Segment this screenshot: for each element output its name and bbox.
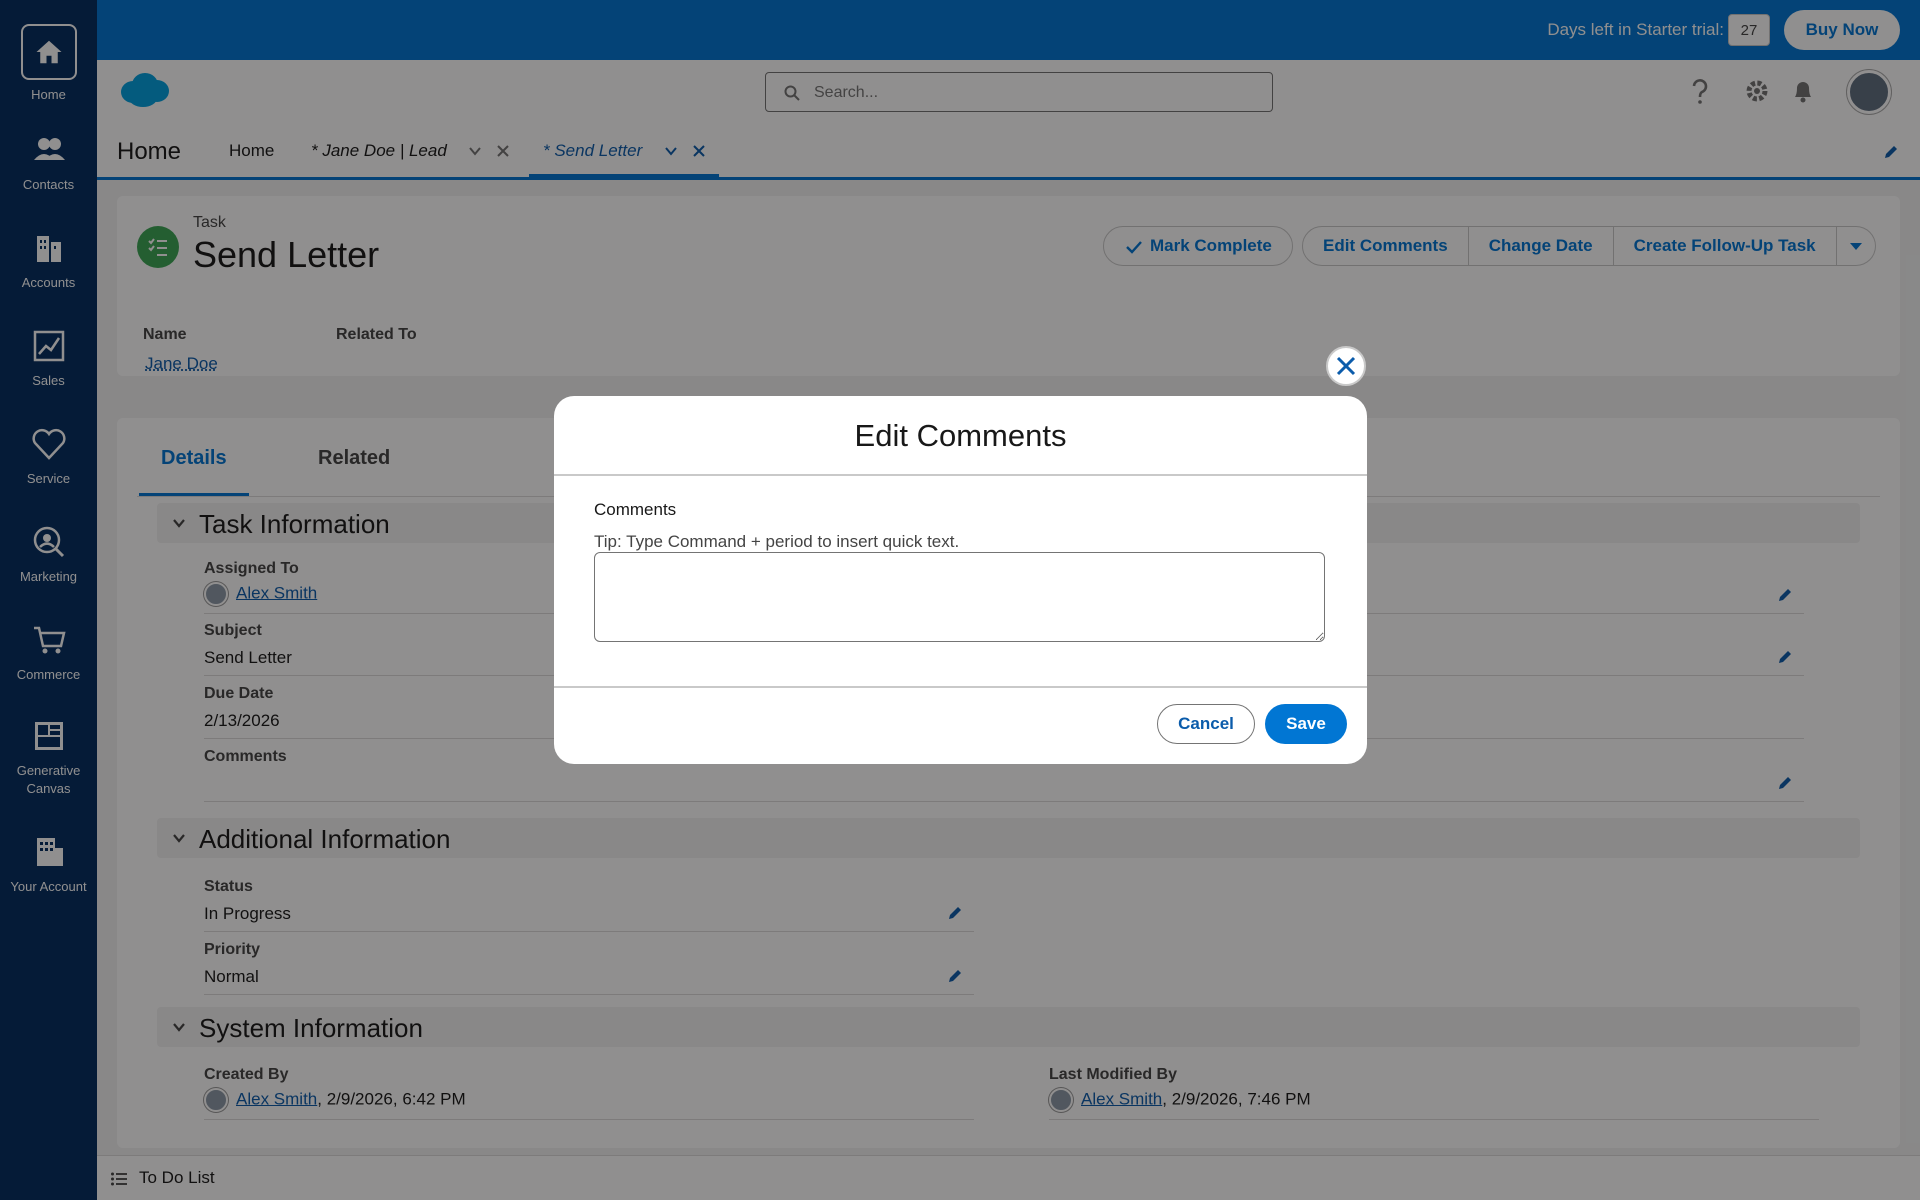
close-icon — [1336, 356, 1356, 376]
comments-textarea[interactable] — [594, 552, 1325, 642]
modal-body: Comments Tip: Type Command + period to i… — [554, 476, 1367, 688]
modal-close-button[interactable] — [1326, 346, 1366, 386]
cancel-button[interactable]: Cancel — [1157, 704, 1255, 744]
comments-field-label: Comments — [594, 500, 677, 519]
modal-header: Edit Comments — [554, 396, 1367, 476]
edit-comments-modal: Edit Comments Comments Tip: Type Command… — [554, 396, 1367, 764]
modal-footer: Cancel Save — [554, 688, 1367, 764]
modal-title: Edit Comments — [854, 418, 1067, 453]
save-button[interactable]: Save — [1265, 704, 1347, 744]
quick-text-tip: Tip: Type Command + period to insert qui… — [594, 532, 960, 551]
